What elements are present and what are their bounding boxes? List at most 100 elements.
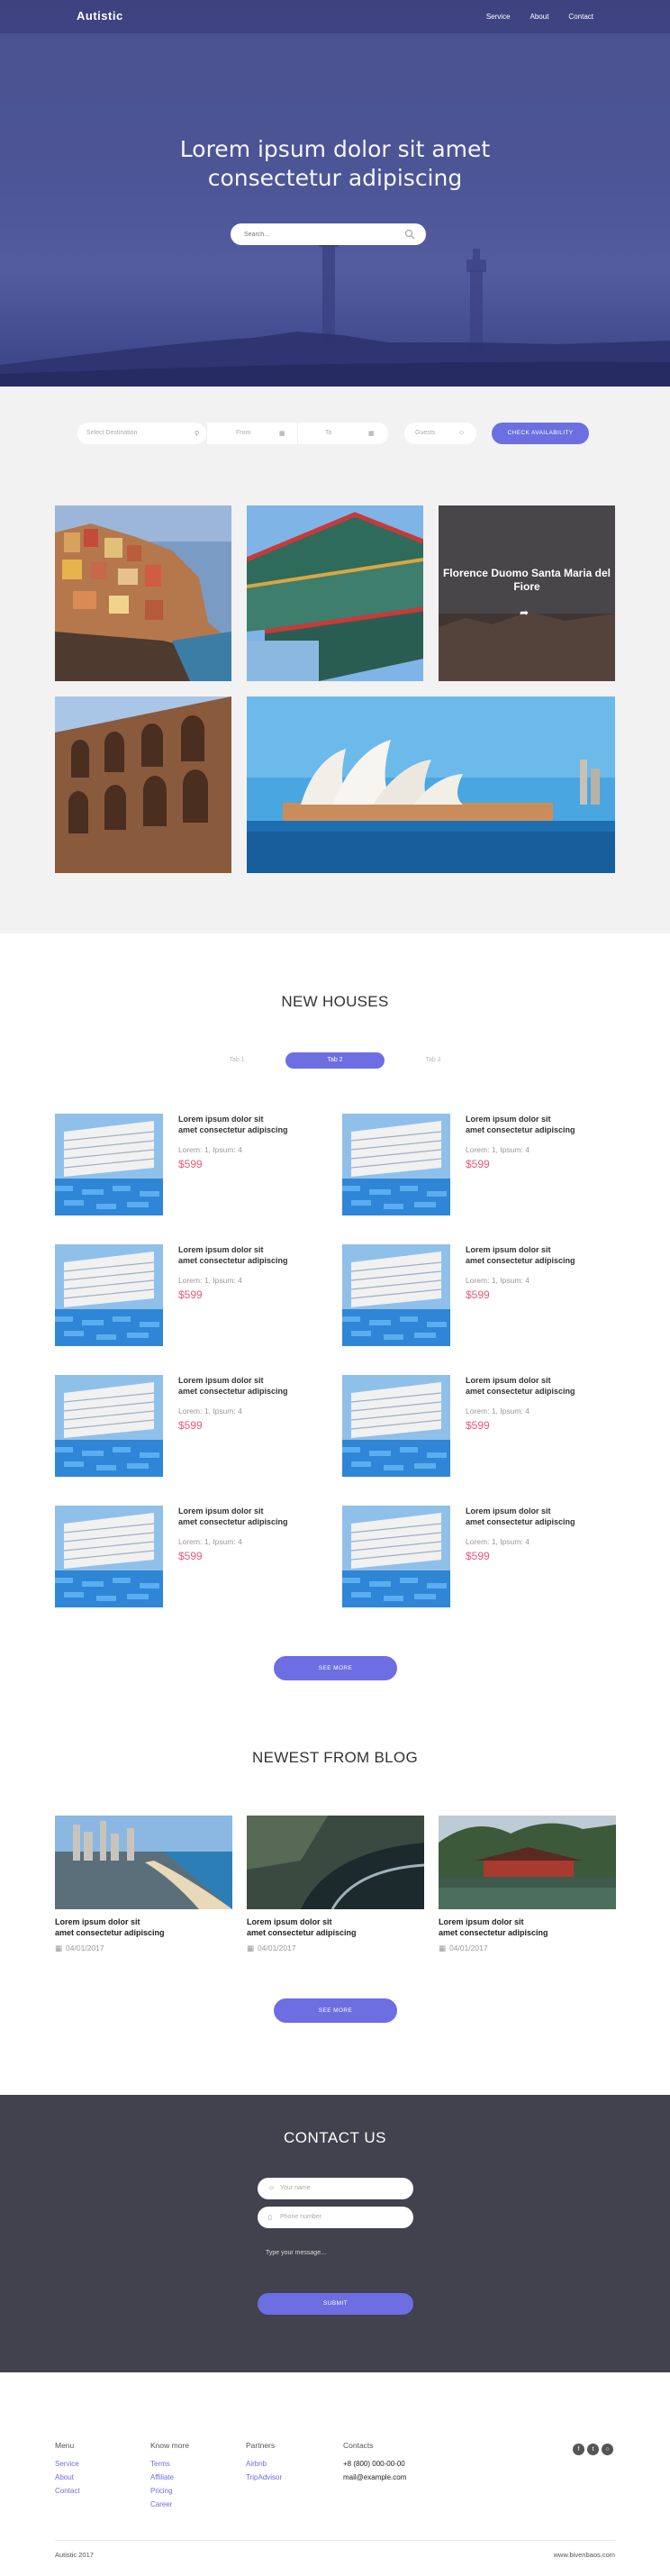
house-image[interactable] <box>342 1244 450 1346</box>
blog-card[interactable]: Lorem ipsum dolor sit amet consectetur ad… <box>439 1816 616 1960</box>
contact-section: CONTACT US ☺ Your name ▯ Phone number Ty… <box>0 2095 670 2372</box>
footer-link[interactable]: Service <box>55 2457 80 2471</box>
house-card[interactable]: Lorem ipsum dolor sit amet consectetur ad… <box>55 1244 325 1348</box>
gallery-tile-pagoda[interactable] <box>247 505 423 681</box>
footer-link[interactable]: About <box>55 2471 80 2484</box>
name-field[interactable]: ☺ Your name <box>258 2178 413 2199</box>
site-url[interactable]: www.bivenbaos.com <box>554 2551 615 2559</box>
blog-post-title[interactable]: Lorem ipsum dolor sit amet consectetur ad… <box>55 1916 232 1938</box>
gallery-tile-colosseum[interactable] <box>55 696 231 873</box>
to-date-field[interactable]: To ▦ <box>298 423 388 444</box>
guests-label: Guests <box>415 430 436 436</box>
house-meta: Lorem: 1, Ipsum: 4 <box>466 1276 530 1285</box>
to-label: To <box>325 430 332 436</box>
house-card[interactable]: Lorem ipsum dolor sit amet consectetur ad… <box>342 1375 612 1479</box>
nav-link-contact[interactable]: Contact <box>568 13 593 21</box>
house-card[interactable]: Lorem ipsum dolor sit amet consectetur ad… <box>342 1506 612 1609</box>
houses-tabs: Tab 1 Tab 2 Tab 3 <box>0 1051 670 1069</box>
blog-image-car <box>247 1816 424 1909</box>
calendar-icon: ▦ <box>55 1943 63 1952</box>
submit-button[interactable]: SUBMIT <box>258 2293 413 2315</box>
guests-field[interactable]: Guests ☺ <box>404 423 476 444</box>
share-icon[interactable]: ➦ <box>520 606 529 619</box>
house-title[interactable]: Lorem ipsum dolor sit amet consectetur ad… <box>178 1506 322 1527</box>
house-image[interactable] <box>342 1506 450 1607</box>
footer-link[interactable]: Terms <box>150 2457 189 2471</box>
house-title[interactable]: Lorem ipsum dolor sit amet consectetur ad… <box>466 1244 610 1266</box>
footer-link[interactable]: Affiliate <box>150 2471 189 2484</box>
house-image[interactable] <box>342 1375 450 1477</box>
house-meta: Lorem: 1, Ipsum: 4 <box>178 1537 242 1546</box>
house-title[interactable]: Lorem ipsum dolor sit amet consectetur ad… <box>466 1114 610 1135</box>
new-houses-title: NEW HOUSES <box>281 993 389 1010</box>
blog-card[interactable]: Lorem ipsum dolor sit amet consectetur ad… <box>247 1816 424 1960</box>
house-title[interactable]: Lorem ipsum dolor sit amet consectetur ad… <box>178 1375 322 1397</box>
calendar-icon: ▦ <box>247 1943 255 1952</box>
nav-links: Service About Contact <box>486 13 593 21</box>
house-image[interactable] <box>55 1375 163 1477</box>
from-label: From <box>236 430 251 436</box>
facebook-icon[interactable]: f <box>573 2444 584 2455</box>
calendar-icon: ▦ <box>368 431 375 437</box>
tab-3[interactable]: Tab 3 <box>384 1052 483 1069</box>
house-image[interactable] <box>55 1244 163 1346</box>
blog-post-date: ▦ 04/01/2017 <box>247 1943 296 1952</box>
footer-heading: Menu <box>55 2441 75 2450</box>
house-image[interactable] <box>55 1114 163 1215</box>
blog-post-title[interactable]: Lorem ipsum dolor sit amet consectetur ad… <box>247 1916 424 1938</box>
destination-select[interactable]: Select Destination ⚲ <box>77 423 206 444</box>
gallery-tile-florence[interactable]: Florence Duomo Santa Maria del Fiore ➦ <box>439 505 615 681</box>
blog-image-coastline <box>55 1816 232 1909</box>
check-availability-button[interactable]: CHECK AVAILABILITY <box>492 423 589 444</box>
house-price: $599 <box>466 1419 490 1432</box>
house-price: $599 <box>466 1288 490 1301</box>
house-title[interactable]: Lorem ipsum dolor sit amet consectetur ad… <box>178 1244 322 1266</box>
instagram-icon[interactable]: ○ <box>602 2444 613 2455</box>
house-card[interactable]: Lorem ipsum dolor sit amet consectetur ad… <box>342 1244 612 1348</box>
footer-email[interactable]: mail@example.com <box>343 2471 406 2484</box>
nav-link-about[interactable]: About <box>530 13 549 21</box>
house-card[interactable]: Lorem ipsum dolor sit amet consectetur ad… <box>342 1114 612 1217</box>
twitter-icon[interactable]: t <box>587 2444 599 2455</box>
sydney-opera-house-image <box>247 696 615 873</box>
house-title[interactable]: Lorem ipsum dolor sit amet consectetur ad… <box>466 1506 610 1527</box>
house-image[interactable] <box>342 1114 450 1215</box>
nav-link-service[interactable]: Service <box>486 13 511 21</box>
message-textarea[interactable]: Type your message... <box>266 2250 326 2256</box>
gallery-tile-sydney[interactable] <box>247 696 615 873</box>
search-input[interactable] <box>244 228 388 241</box>
logo[interactable]: Autistic <box>77 9 123 23</box>
footer-link[interactable]: Airbnb <box>246 2457 282 2471</box>
footer-link[interactable]: Contact <box>55 2484 80 2498</box>
footer-link[interactable]: TripAdvisor <box>246 2471 282 2484</box>
house-meta: Lorem: 1, Ipsum: 4 <box>466 1537 530 1546</box>
footer-link[interactable]: Pricing <box>150 2484 189 2498</box>
houses-see-more-button[interactable]: SEE MORE <box>274 1656 397 1680</box>
house-meta: Lorem: 1, Ipsum: 4 <box>466 1406 530 1415</box>
from-date-field[interactable]: From ▦ <box>207 423 297 444</box>
hero-title: Lorem ipsum dolor sit amet consectetur ad… <box>179 136 491 191</box>
house-title[interactable]: Lorem ipsum dolor sit amet consectetur ad… <box>466 1375 610 1397</box>
phone-field[interactable]: ▯ Phone number <box>258 2207 413 2228</box>
footer-heading: Know more <box>150 2441 189 2450</box>
gallery-tile-cinque-terre[interactable] <box>55 505 231 681</box>
search-icon[interactable] <box>404 229 415 240</box>
social-links: f t ○ <box>573 2444 613 2455</box>
footer-link[interactable]: Career <box>150 2498 189 2511</box>
blog-post-title[interactable]: Lorem ipsum dolor sit amet consectetur ad… <box>439 1916 616 1938</box>
blog-card[interactable]: Lorem ipsum dolor sit amet consectetur ad… <box>55 1816 232 1960</box>
house-card[interactable]: Lorem ipsum dolor sit amet consectetur ad… <box>55 1375 325 1479</box>
blog-post-date: ▦ 04/01/2017 <box>439 1943 488 1952</box>
house-card[interactable]: Lorem ipsum dolor sit amet consectetur ad… <box>55 1114 325 1217</box>
location-pin-icon: ⚲ <box>195 431 200 437</box>
house-card[interactable]: Lorem ipsum dolor sit amet consectetur ad… <box>55 1506 325 1609</box>
footer-phone[interactable]: +8 (800) 000-00-00 <box>343 2457 406 2471</box>
tab-2[interactable]: Tab 2 <box>285 1052 385 1069</box>
tab-1[interactable]: Tab 1 <box>187 1052 286 1069</box>
house-title[interactable]: Lorem ipsum dolor sit amet consectetur ad… <box>178 1114 322 1135</box>
house-price: $599 <box>178 1288 203 1301</box>
footer-heading: Contacts <box>343 2441 374 2450</box>
blog-see-more-button[interactable]: SEE MORE <box>274 1998 397 2023</box>
hero-search-box[interactable] <box>231 223 426 245</box>
house-image[interactable] <box>55 1506 163 1607</box>
